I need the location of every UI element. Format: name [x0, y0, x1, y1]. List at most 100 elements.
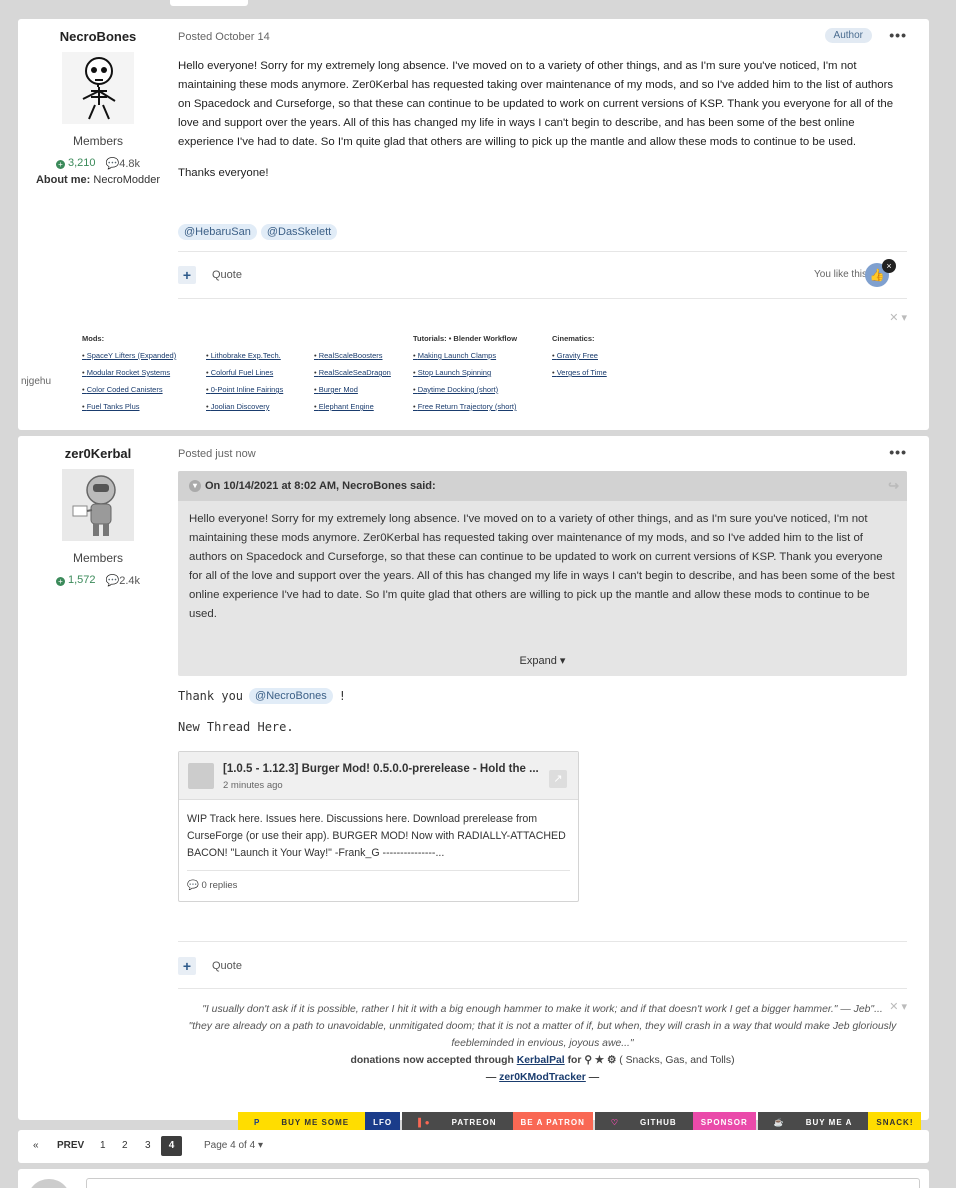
- kerbalpal-link[interactable]: KerbalPal: [517, 1055, 565, 1066]
- comment-icon: 💬: [105, 158, 120, 170]
- embed-thumbnail: [188, 763, 214, 789]
- page-2-link[interactable]: 2: [122, 1140, 128, 1151]
- about-me: About me: NecroModder: [35, 174, 161, 186]
- reply-input[interactable]: [86, 1178, 920, 1188]
- quote-block: ▾ On 10/14/2021 at 8:02 AM, NecroBones s…: [178, 471, 907, 676]
- page-3-link[interactable]: 3: [145, 1140, 151, 1151]
- post-necrobones: NecroBones Members +3,210 💬4.8k About me…: [18, 19, 929, 430]
- signature-column: Lithobrake Exp.Tech. Colorful Fuel Lines…: [206, 334, 326, 419]
- signature-column-header: Tutorials: • Blender Workflow: [413, 334, 518, 343]
- embed-replies: 💬 0 replies: [187, 880, 238, 891]
- reply-text: !: [338, 689, 346, 703]
- mention-dasskelett[interactable]: @DasSkelett: [260, 224, 338, 240]
- hide-signature-icon[interactable]: ✕ ▾: [889, 311, 907, 324]
- post-zer0kerbal: zer0Kerbal Members +1,572 💬2.4k Posted j…: [18, 436, 929, 1133]
- post-body: Hello everyone! Sorry for my extremely l…: [178, 57, 907, 183]
- signature-link[interactable]: Gravity Free: [552, 351, 672, 368]
- reaction-summary[interactable]: You like this: [814, 269, 867, 280]
- heart-icon: ♡: [610, 1118, 620, 1127]
- member-group: Members: [72, 134, 123, 148]
- author-name[interactable]: zer0Kerbal: [18, 446, 178, 461]
- post-count: 💬4.8k: [105, 158, 141, 170]
- multiquote-plus-icon[interactable]: +: [178, 266, 196, 284]
- signature-column: Tutorials: • Blender Workflow Making Lau…: [413, 334, 553, 419]
- post-date[interactable]: Posted October 14: [178, 31, 270, 43]
- quote-button[interactable]: Quote: [212, 960, 242, 972]
- signature-link[interactable]: Color Coded Canisters: [82, 385, 202, 402]
- reputation-count: +1,572: [55, 574, 96, 587]
- author-stats: +3,210 💬4.8k: [18, 157, 178, 170]
- collapse-chevron-icon[interactable]: ▾: [189, 480, 201, 492]
- post-paragraph: Thanks everyone!: [178, 167, 269, 179]
- caret-down-icon: ▾: [559, 655, 566, 667]
- mentions: @HebaruSan @DasSkelett: [178, 224, 338, 240]
- divider: [178, 941, 907, 942]
- signature-image-alt: njgehu: [21, 376, 52, 387]
- author-badge: Author: [824, 28, 872, 43]
- page-jump-dropdown[interactable]: Page 4 of 4 ▾: [204, 1140, 263, 1151]
- cup-icon: ☕: [773, 1118, 785, 1127]
- share-arrow-icon[interactable]: ↪: [888, 471, 899, 501]
- page-1-link[interactable]: 1: [100, 1140, 106, 1151]
- author-info: NecroBones Members +3,210 💬4.8k About me…: [18, 19, 178, 186]
- signature-link[interactable]: Joolian Discovery: [206, 402, 326, 419]
- mention-necrobones[interactable]: @NecroBones: [249, 688, 333, 704]
- signature-link[interactable]: Fuel Tanks Plus: [82, 402, 202, 419]
- quote-citation[interactable]: ▾ On 10/14/2021 at 8:02 AM, NecroBones s…: [178, 471, 907, 501]
- patreon-icon: ▌●: [418, 1118, 431, 1127]
- expand-button[interactable]: Expand ▾: [178, 654, 907, 667]
- post-paragraph: Hello everyone! Sorry for my extremely l…: [178, 60, 894, 148]
- reputation-plus-icon: +: [55, 160, 65, 169]
- quote-button[interactable]: Quote: [212, 269, 242, 281]
- signature-link[interactable]: Daytime Docking (short): [413, 385, 553, 402]
- post-count: 💬2.4k: [105, 575, 141, 587]
- mention-hebarusan[interactable]: @HebaruSan: [178, 224, 257, 240]
- signature-link[interactable]: Modular Rocket Systems: [82, 368, 202, 385]
- paypal-icon: P: [254, 1118, 261, 1127]
- new-thread-text: New Thread Here.: [178, 720, 294, 734]
- prev-page-button[interactable]: PREV: [57, 1140, 84, 1151]
- divider: [178, 298, 907, 299]
- robot-avatar-icon: [72, 475, 116, 536]
- post-date[interactable]: Posted just now: [178, 448, 256, 460]
- modtracker-link[interactable]: zer0KModTracker: [499, 1072, 586, 1083]
- thread-embed[interactable]: [1.0.5 - 1.12.3] Burger Mod! 0.5.0.0-pre…: [178, 751, 579, 902]
- signature-link[interactable]: Lithobrake Exp.Tech.: [206, 351, 326, 368]
- signature-column: Mods: SpaceY Lifters (Expanded) Modular …: [82, 334, 202, 419]
- author-info: zer0Kerbal Members +1,572 💬2.4k: [18, 436, 178, 587]
- signature-link[interactable]: 0-Point Inline Fairings: [206, 385, 326, 402]
- multiquote-plus-icon[interactable]: +: [178, 957, 196, 975]
- embed-body: WIP Track here. Issues here. Discussions…: [187, 813, 566, 859]
- post-content: Posted just now ••• ▾ On 10/14/2021 at 8…: [178, 436, 907, 1120]
- signature: "I usually don't ask if it is possible, …: [178, 1001, 907, 1086]
- signature-link[interactable]: Stop Launch Spinning: [413, 368, 553, 385]
- avatar[interactable]: [62, 469, 134, 541]
- signature-column-header: Cinematics:: [552, 334, 595, 343]
- snack-gas-toll-icons: ⚲ ★ ⚙: [584, 1055, 617, 1066]
- signature-link[interactable]: Making Launch Clamps: [413, 351, 553, 368]
- reply-line: Thank you @NecroBones !: [178, 688, 346, 704]
- skeleton-avatar-icon: [82, 57, 116, 120]
- more-options-icon[interactable]: •••: [889, 27, 907, 43]
- member-group: Members: [72, 551, 123, 565]
- signature-link[interactable]: Colorful Fuel Lines: [206, 368, 326, 385]
- remove-reaction-icon[interactable]: ×: [882, 259, 896, 273]
- reply-text: Thank you: [178, 689, 244, 703]
- divider: [178, 251, 907, 252]
- comment-icon: 💬: [187, 880, 199, 891]
- embed-time: 2 minutes ago: [223, 780, 283, 791]
- more-options-icon[interactable]: •••: [889, 444, 907, 460]
- first-page-icon[interactable]: «: [33, 1140, 39, 1151]
- current-page[interactable]: 4: [161, 1136, 182, 1156]
- signature-column-header: [206, 334, 326, 346]
- embed-title[interactable]: [1.0.5 - 1.12.3] Burger Mod! 0.5.0.0-pre…: [223, 763, 543, 775]
- reputation-plus-icon: +: [55, 577, 65, 586]
- signature-link[interactable]: Free Return Trajectory (short): [413, 402, 553, 419]
- external-link-icon[interactable]: ↗: [549, 770, 567, 788]
- signature-link[interactable]: Verges of Time: [552, 368, 672, 385]
- comment-icon: 💬: [105, 575, 120, 587]
- avatar[interactable]: [62, 52, 134, 124]
- signature-link[interactable]: SpaceY Lifters (Expanded): [82, 351, 202, 368]
- author-name[interactable]: NecroBones: [18, 29, 178, 44]
- user-avatar: [27, 1179, 71, 1188]
